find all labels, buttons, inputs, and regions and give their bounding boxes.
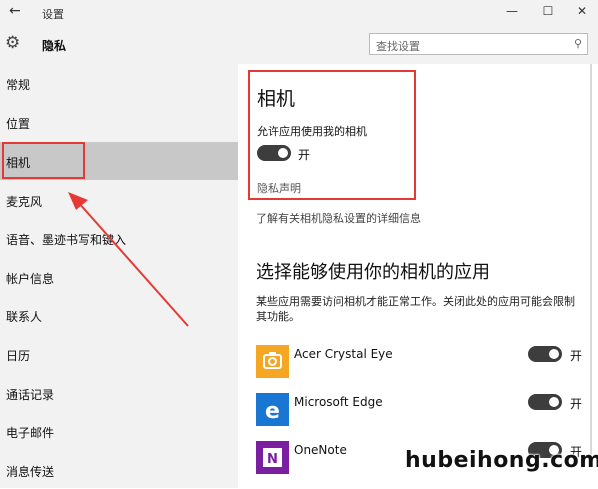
sidebar-item-general[interactable]: 常规 [0, 64, 238, 102]
allow-camera-label: 允许应用使用我的相机 [257, 125, 367, 138]
sidebar-item-messaging[interactable]: 消息传送 [0, 451, 238, 489]
allow-camera-toggle-state: 开 [298, 148, 311, 162]
window-title: 设置 [42, 8, 64, 21]
sidebar-item-account-info[interactable]: 帐户信息 [0, 258, 238, 296]
close-button[interactable]: ✕ [572, 4, 592, 18]
allow-camera-toggle[interactable] [257, 145, 291, 161]
watermark: hubeihong.com [405, 448, 598, 473]
maximize-button[interactable]: ☐ [538, 4, 558, 18]
sidebar-item-label: 日历 [6, 349, 31, 363]
section-title: 相机 [257, 88, 296, 110]
sidebar-item-label: 语音、墨迹书写和键入 [6, 233, 127, 247]
sidebar-item-label: 帐户信息 [6, 272, 55, 286]
apps-description: 某些应用需要访问相机才能正常工作。关闭此处的应用可能会限制其功能。 [256, 295, 575, 323]
learn-more-link[interactable]: 了解有关相机隐私设置的详细信息 [256, 210, 421, 226]
app-camera-toggle[interactable] [528, 346, 562, 362]
page-title: 隐私 [42, 39, 67, 53]
sidebar-item-microphone[interactable]: 麦克风 [0, 181, 238, 219]
sidebar-item-contacts[interactable]: 联系人 [0, 296, 238, 334]
app-edge-toggle[interactable] [528, 394, 562, 410]
minimize-button[interactable]: — [502, 4, 522, 18]
settings-header: ⚙ 隐私 查找设置 ⚲ [0, 26, 598, 64]
app-toggle-state: 开 [570, 349, 583, 363]
title-bar: ← 设置 — ☐ ✕ [0, 0, 598, 26]
sidebar-item-label: 消息传送 [6, 465, 55, 479]
sidebar-item-location[interactable]: 位置 [0, 103, 238, 141]
search-placeholder: 查找设置 [376, 40, 420, 53]
sidebar-item-label: 联系人 [6, 310, 43, 324]
privacy-statement-link[interactable]: 隐私声明 [257, 180, 301, 196]
app-name: Microsoft Edge [294, 395, 383, 409]
gear-icon: ⚙ [5, 33, 21, 53]
edge-icon: e [256, 393, 289, 426]
app-toggle-state: 开 [570, 397, 583, 411]
sidebar-item-label: 通话记录 [6, 388, 55, 402]
toggle-knob [549, 397, 559, 407]
sidebar-item-label: 位置 [6, 117, 31, 131]
onenote-icon: N [256, 441, 289, 474]
search-input[interactable]: 查找设置 ⚲ [369, 33, 588, 55]
app-name: Acer Crystal Eye [294, 347, 393, 361]
sidebar-item-label: 麦克风 [6, 195, 43, 209]
sidebar-item-calendar[interactable]: 日历 [0, 335, 238, 373]
sidebar-item-label: 电子邮件 [6, 426, 55, 440]
toggle-knob [549, 349, 559, 359]
sidebar-item-email[interactable]: 电子邮件 [0, 412, 238, 450]
back-arrow-icon[interactable]: ← [9, 3, 21, 19]
highlight-box-camera [2, 142, 85, 179]
sidebar-item-call-history[interactable]: 通话记录 [0, 374, 238, 412]
choose-apps-title: 选择能够使用你的相机的应用 [256, 262, 490, 283]
svg-text:N: N [267, 452, 278, 467]
toggle-knob [278, 148, 288, 158]
search-icon[interactable]: ⚲ [574, 37, 582, 50]
scrollbar[interactable] [590, 64, 592, 464]
camera-app-icon [256, 345, 289, 378]
sidebar-item-label: 常规 [6, 78, 31, 92]
sidebar-item-speech[interactable]: 语音、墨迹书写和键入 [0, 219, 238, 257]
app-name: OneNote [294, 443, 347, 457]
svg-text:e: e [265, 399, 280, 424]
